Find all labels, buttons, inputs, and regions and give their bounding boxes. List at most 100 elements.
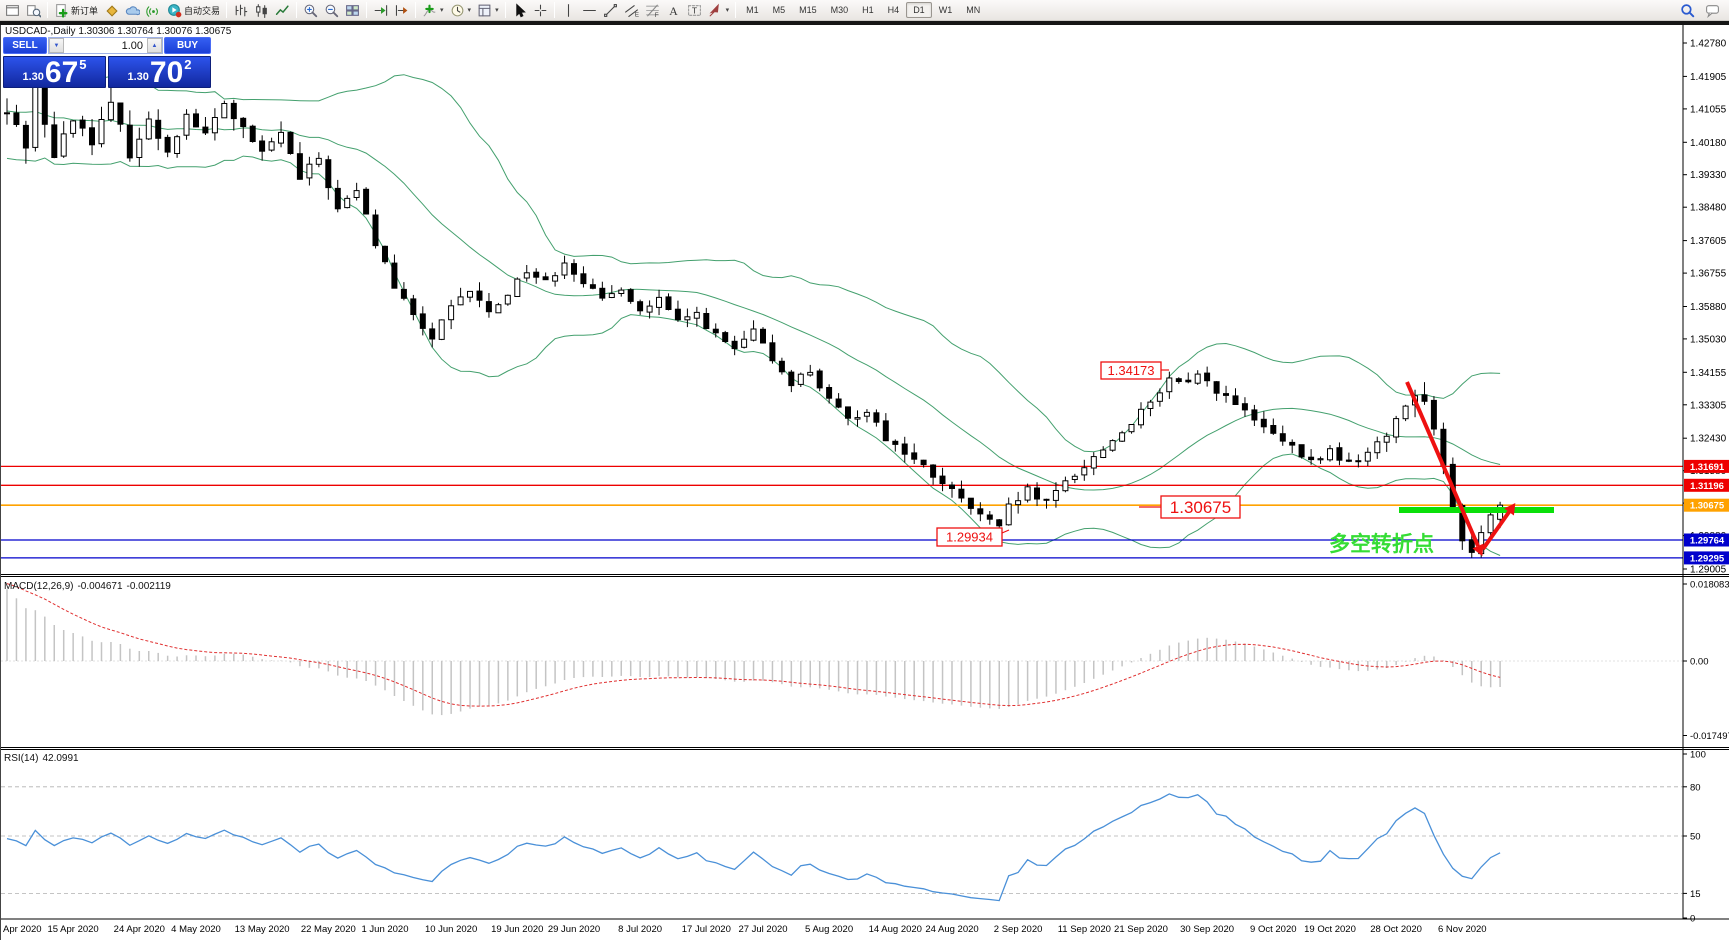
svg-text:1.32430: 1.32430 <box>1690 434 1727 445</box>
svg-text:0: 0 <box>1690 914 1695 925</box>
cursor-button[interactable] <box>509 1 530 20</box>
timeframe-m15-button[interactable]: M15 <box>792 2 824 18</box>
data-window-button[interactable] <box>122 1 143 20</box>
bar-chart-button[interactable] <box>230 1 251 20</box>
svg-text:-0.017497: -0.017497 <box>1690 731 1729 742</box>
profiles-button[interactable] <box>23 1 44 20</box>
candle-chart-icon <box>254 3 269 18</box>
sell-price-big-figure: 1.30 <box>22 71 44 83</box>
toolbar-group-zoom <box>300 0 363 20</box>
new-order-icon <box>54 3 69 18</box>
timeframe-m30-button[interactable]: M30 <box>824 2 856 18</box>
signals-icon <box>146 3 161 18</box>
toolbar: 新订单 自动交易 ▾ ▾ ▾ E F A T ▾ M1 M5 M15 M30 H1 H4 D1 W1 MN <box>0 0 1729 21</box>
volume-increase-button[interactable]: ▲ <box>147 38 162 53</box>
text-icon: A <box>666 3 681 18</box>
text-button[interactable]: A <box>663 1 684 20</box>
toolbar-group-pointer <box>509 0 551 20</box>
trendline-icon <box>603 3 618 18</box>
auto-scroll-button[interactable] <box>370 1 391 20</box>
svg-text:T: T <box>691 5 697 15</box>
green-level-bar[interactable] <box>1399 507 1554 513</box>
svg-text:1.29005: 1.29005 <box>1690 565 1727 576</box>
signals-button[interactable] <box>143 1 164 20</box>
periods-dropdown-caret[interactable]: ▾ <box>468 6 472 14</box>
volume-input[interactable]: 1.00 <box>64 38 147 53</box>
chart-window[interactable]: 1.34173 1.30675 1.29934 多空转折点 1.42780 1.41905… <box>0 25 1729 940</box>
arrows-button[interactable]: ▾ <box>705 1 733 20</box>
svg-text:A: A <box>669 4 678 17</box>
text-label-button[interactable]: T <box>684 1 705 20</box>
svg-text:24 Apr 2020: 24 Apr 2020 <box>114 924 165 935</box>
candle-chart-button[interactable] <box>251 1 272 20</box>
auto-trading-label: 自动交易 <box>184 5 221 16</box>
timeframe-h4-button[interactable]: H4 <box>881 2 907 18</box>
arrows-dropdown-caret[interactable]: ▾ <box>726 6 730 14</box>
svg-text:9 Oct 2020: 9 Oct 2020 <box>1250 924 1296 935</box>
svg-text:1.31196: 1.31196 <box>1690 481 1724 492</box>
svg-text:50: 50 <box>1690 832 1701 843</box>
new-chart-button[interactable] <box>2 1 23 20</box>
svg-text:1.35880: 1.35880 <box>1690 302 1727 313</box>
svg-text:4 May 2020: 4 May 2020 <box>171 924 221 935</box>
chart-shift-button[interactable] <box>391 1 412 20</box>
price-chart-canvas[interactable]: 1.341731.306751.29934 多空转折点1.427801.41905… <box>1 25 1729 940</box>
cn-annotation-text[interactable]: 多空转折点 <box>1329 532 1434 556</box>
timeframe-h1-button[interactable]: H1 <box>855 2 881 18</box>
zoom-in-icon <box>303 3 318 18</box>
tile-windows-button[interactable] <box>342 1 363 20</box>
buy-button[interactable]: BUY <box>164 37 211 54</box>
svg-text:1.41055: 1.41055 <box>1690 104 1727 115</box>
price-tag-1.29295: 1.29295 <box>1684 551 1729 565</box>
cursor-icon <box>512 2 527 18</box>
crosshair-button[interactable] <box>530 1 551 20</box>
svg-text:1.29764: 1.29764 <box>1690 536 1725 547</box>
svg-text:1.42780: 1.42780 <box>1690 39 1727 50</box>
sell-button[interactable]: SELL <box>3 37 47 54</box>
sell-price-display[interactable]: 1.30 67 5 <box>3 56 106 88</box>
periods-button[interactable]: ▾ <box>447 1 475 20</box>
market-watch-button[interactable] <box>101 1 122 20</box>
new-order-button[interactable]: 新订单 <box>51 1 101 20</box>
timeframe-w1-button[interactable]: W1 <box>932 2 960 18</box>
timeframe-m5-button[interactable]: M5 <box>766 2 793 18</box>
timeframe-m1-button[interactable]: M1 <box>739 2 766 18</box>
horizontal-line-button[interactable] <box>579 1 600 20</box>
svg-text:1.31691: 1.31691 <box>1690 462 1725 473</box>
zoom-out-button[interactable] <box>321 1 342 20</box>
equidistant-channel-icon: E <box>624 3 639 18</box>
auto-trading-button[interactable]: 自动交易 <box>164 1 223 20</box>
toolbar-separator <box>415 2 417 18</box>
equidistant-channel-button[interactable]: E <box>621 1 642 20</box>
indicators-button[interactable]: ▾ <box>419 1 447 20</box>
high-callout[interactable]: 1.34173 <box>1100 361 1169 380</box>
svg-text:6 Nov 2020: 6 Nov 2020 <box>1438 924 1487 935</box>
price-tag-1.29764: 1.29764 <box>1684 533 1729 547</box>
auto-scroll-icon <box>373 3 388 18</box>
buy-price-display[interactable]: 1.30 70 2 <box>108 56 211 88</box>
line-chart-button[interactable] <box>272 1 293 20</box>
svg-text:11 Sep 2020: 11 Sep 2020 <box>1058 924 1111 935</box>
search-button[interactable] <box>1677 1 1698 20</box>
timeframe-mn-button[interactable]: MN <box>959 2 987 18</box>
templates-dropdown-caret[interactable]: ▾ <box>495 6 499 14</box>
svg-text:15 Apr 2020: 15 Apr 2020 <box>47 924 98 935</box>
chat-button[interactable] <box>1702 1 1723 20</box>
toolbar-separator <box>553 2 555 18</box>
volume-decrease-button[interactable]: ▼ <box>49 38 64 53</box>
sell-price-point: 5 <box>79 57 87 72</box>
price-tag-1.31691: 1.31691 <box>1684 459 1729 473</box>
crosshair-icon <box>533 3 548 18</box>
toolbar-separator <box>226 2 228 18</box>
low-callout[interactable]: 1.29934 <box>936 527 1010 547</box>
indicators-dropdown-caret[interactable]: ▾ <box>440 6 444 14</box>
fibonacci-button[interactable]: F <box>642 1 663 20</box>
svg-text:24 Aug 2020: 24 Aug 2020 <box>925 924 978 935</box>
fibonacci-icon: F <box>645 3 660 18</box>
templates-button[interactable]: ▾ <box>474 1 502 20</box>
timeframe-d1-button[interactable]: D1 <box>906 2 932 18</box>
zoom-in-button[interactable] <box>300 1 321 20</box>
vertical-line-button[interactable] <box>558 1 579 20</box>
market-watch-icon <box>104 3 119 18</box>
trendline-button[interactable] <box>600 1 621 20</box>
